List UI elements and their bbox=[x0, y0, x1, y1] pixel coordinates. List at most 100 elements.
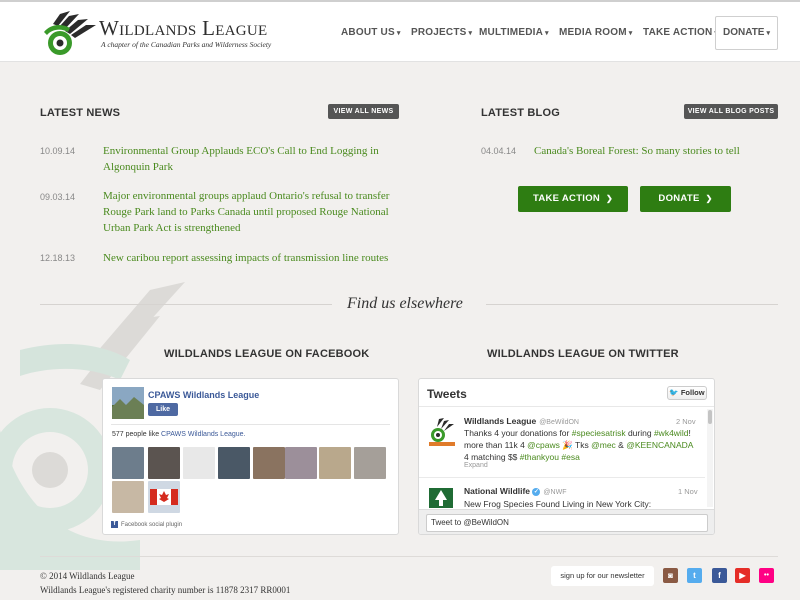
tweet-text-part: 4 matching $$ bbox=[464, 452, 520, 462]
view-all-blog-posts-button[interactable]: VIEW ALL BLOG POSTS bbox=[684, 104, 778, 119]
news-date: 10.09.14 bbox=[40, 146, 76, 156]
author-name: National Wildlife bbox=[464, 486, 531, 496]
nwf-avatar[interactable] bbox=[427, 486, 455, 508]
chevron-down-icon: ▾ bbox=[545, 30, 549, 37]
blog-link[interactable]: Canada's Boreal Forest: So many stories … bbox=[534, 143, 774, 159]
divider-left bbox=[40, 304, 332, 305]
divider bbox=[111, 424, 390, 425]
tweet-date[interactable]: 2 Nov bbox=[676, 417, 696, 426]
nav-label: TAKE ACTION bbox=[643, 27, 713, 38]
mention-link[interactable]: @KEENCANADA bbox=[626, 440, 693, 450]
twitter-heading: WILDLANDS LEAGUE ON TWITTER bbox=[487, 348, 679, 360]
facebook-page-name[interactable]: CPAWS Wildlands League bbox=[148, 390, 259, 400]
twitter-follow-button[interactable]: 🐦 Follow bbox=[667, 386, 707, 400]
like-count-text: 577 people like bbox=[112, 431, 160, 438]
page-thumbnail[interactable] bbox=[112, 387, 144, 419]
author-handle: @BeWildON bbox=[539, 419, 579, 426]
facebook-page-link[interactable]: CPAWS Wildlands League. bbox=[161, 431, 245, 438]
fan-avatar[interactable] bbox=[112, 481, 144, 513]
mention-link[interactable]: @cpaws bbox=[527, 440, 560, 450]
news-date: 12.18.13 bbox=[40, 253, 76, 263]
chevron-down-icon: ▾ bbox=[766, 30, 770, 37]
hashtag-link[interactable]: #esa bbox=[561, 452, 579, 462]
tweet-text-part: Thanks 4 your donations for bbox=[464, 428, 572, 438]
verified-icon: ✓ bbox=[532, 487, 541, 496]
facebook-icon[interactable]: f bbox=[712, 568, 727, 583]
tweet-text-part: & bbox=[615, 440, 627, 450]
twitter-widget-header: Tweets 🐦 Follow bbox=[419, 379, 714, 407]
wildlands-logo-icon[interactable] bbox=[40, 10, 98, 56]
news-link[interactable]: Environmental Group Applauds ECO's Call … bbox=[103, 143, 393, 175]
footer-divider bbox=[40, 556, 778, 557]
flickr-icon[interactable]: •• bbox=[759, 568, 774, 583]
latest-news-heading: LATEST NEWS bbox=[40, 107, 121, 119]
chevron-down-icon: ▾ bbox=[468, 30, 473, 37]
fan-avatar[interactable] bbox=[253, 447, 285, 479]
nav-label: MULTIMEDIA bbox=[479, 27, 544, 38]
tweets-title[interactable]: Tweets bbox=[427, 387, 467, 401]
author-name: Wildlands League bbox=[464, 416, 537, 426]
follow-label: Follow bbox=[680, 388, 705, 397]
copyright-text: © 2014 Wildlands League bbox=[40, 571, 135, 581]
facebook-like-button[interactable]: Like bbox=[148, 403, 178, 416]
canada-flag-avatar[interactable] bbox=[148, 481, 180, 513]
donate-button[interactable]: DONATE ❯ bbox=[640, 186, 731, 212]
take-action-button[interactable]: TAKE ACTION ❯ bbox=[518, 186, 628, 212]
newsletter-signup-button[interactable]: sign up for our newsletter bbox=[551, 566, 654, 586]
fan-avatar[interactable] bbox=[183, 447, 215, 479]
nav-about-us[interactable]: ABOUT US ▾ bbox=[341, 27, 401, 38]
button-label: DONATE bbox=[658, 193, 700, 204]
fan-avatar[interactable] bbox=[148, 447, 180, 479]
blog-date: 04.04.14 bbox=[481, 146, 517, 156]
nav-label: PROJECTS bbox=[411, 27, 467, 38]
news-link[interactable]: Major environmental groups applaud Ontar… bbox=[103, 188, 393, 236]
like-label: Like bbox=[155, 406, 170, 413]
nav-take-action[interactable]: TAKE ACTION▾ bbox=[643, 27, 718, 38]
nav-multimedia[interactable]: MULTIMEDIA ▾ bbox=[479, 27, 549, 38]
chevron-down-icon: ▾ bbox=[396, 30, 401, 37]
news-date: 09.03.14 bbox=[40, 192, 76, 202]
hashtag-link[interactable]: #speciesatrisk bbox=[572, 428, 626, 438]
facebook-icon: f bbox=[111, 521, 118, 528]
nav-media-room[interactable]: MEDIA ROOM ▾ bbox=[559, 27, 632, 38]
twitter-icon[interactable]: t bbox=[687, 568, 702, 583]
nav-label: DONATE bbox=[723, 27, 765, 38]
divider-right bbox=[486, 304, 778, 305]
hashtag-link[interactable]: #wk4wild bbox=[654, 428, 689, 438]
fan-avatar[interactable] bbox=[319, 447, 351, 479]
instagram-icon[interactable]: ◙ bbox=[663, 568, 678, 583]
button-label: TAKE ACTION bbox=[532, 193, 601, 204]
tweet-to-input[interactable]: Tweet to @BeWildON bbox=[426, 514, 708, 532]
fan-avatar[interactable] bbox=[112, 447, 144, 479]
site-title[interactable]: Wildlands League bbox=[99, 16, 268, 41]
tweet-author[interactable]: Wildlands League @BeWildON bbox=[464, 416, 579, 426]
fan-avatar[interactable] bbox=[354, 447, 386, 479]
tweet-date[interactable]: 1 Nov bbox=[678, 487, 698, 496]
wildlands-avatar[interactable] bbox=[427, 417, 457, 447]
tweet-author[interactable]: National Wildlife ✓ @NWF bbox=[464, 486, 566, 496]
mention-link[interactable]: @mec bbox=[591, 440, 616, 450]
site-header: Wildlands League A chapter of the Canadi… bbox=[0, 0, 800, 62]
nav-donate-button[interactable]: DONATE ▾ bbox=[715, 16, 778, 50]
facebook-heading: WILDLANDS LEAGUE ON FACEBOOK bbox=[164, 348, 370, 360]
fan-avatar[interactable] bbox=[285, 447, 317, 479]
author-handle: @NWF bbox=[543, 489, 567, 496]
tweet-text-part: during bbox=[625, 428, 654, 438]
twitter-scrollbar-thumb[interactable] bbox=[708, 410, 712, 424]
nav-label: MEDIA ROOM bbox=[559, 27, 627, 38]
facebook-widget: CPAWS Wildlands League Like 577 people l… bbox=[102, 378, 399, 535]
charity-number-text: Wildlands League's registered charity nu… bbox=[40, 585, 291, 595]
youtube-icon[interactable]: ▶ bbox=[735, 568, 750, 583]
find-us-heading: Find us elsewhere bbox=[347, 295, 463, 312]
tweet-compose-bar: Tweet to @BeWildON bbox=[419, 509, 714, 534]
view-all-news-button[interactable]: VIEW ALL NEWS bbox=[328, 104, 399, 119]
tweet-divider bbox=[419, 477, 705, 478]
tweet-expand-link[interactable]: Expand bbox=[464, 462, 488, 469]
nav-projects[interactable]: PROJECTS ▾ bbox=[411, 27, 472, 38]
facebook-plugin-credit: f Facebook social plugin bbox=[111, 521, 182, 528]
facebook-like-count: 577 people like CPAWS Wildlands League. bbox=[112, 431, 245, 438]
fan-avatar[interactable] bbox=[218, 447, 250, 479]
twitter-widget: Tweets 🐦 Follow Wildlands League @BeWildO… bbox=[418, 378, 715, 535]
hashtag-link[interactable]: #thankyou bbox=[520, 452, 559, 462]
news-link[interactable]: New caribou report assessing impacts of … bbox=[103, 250, 393, 266]
